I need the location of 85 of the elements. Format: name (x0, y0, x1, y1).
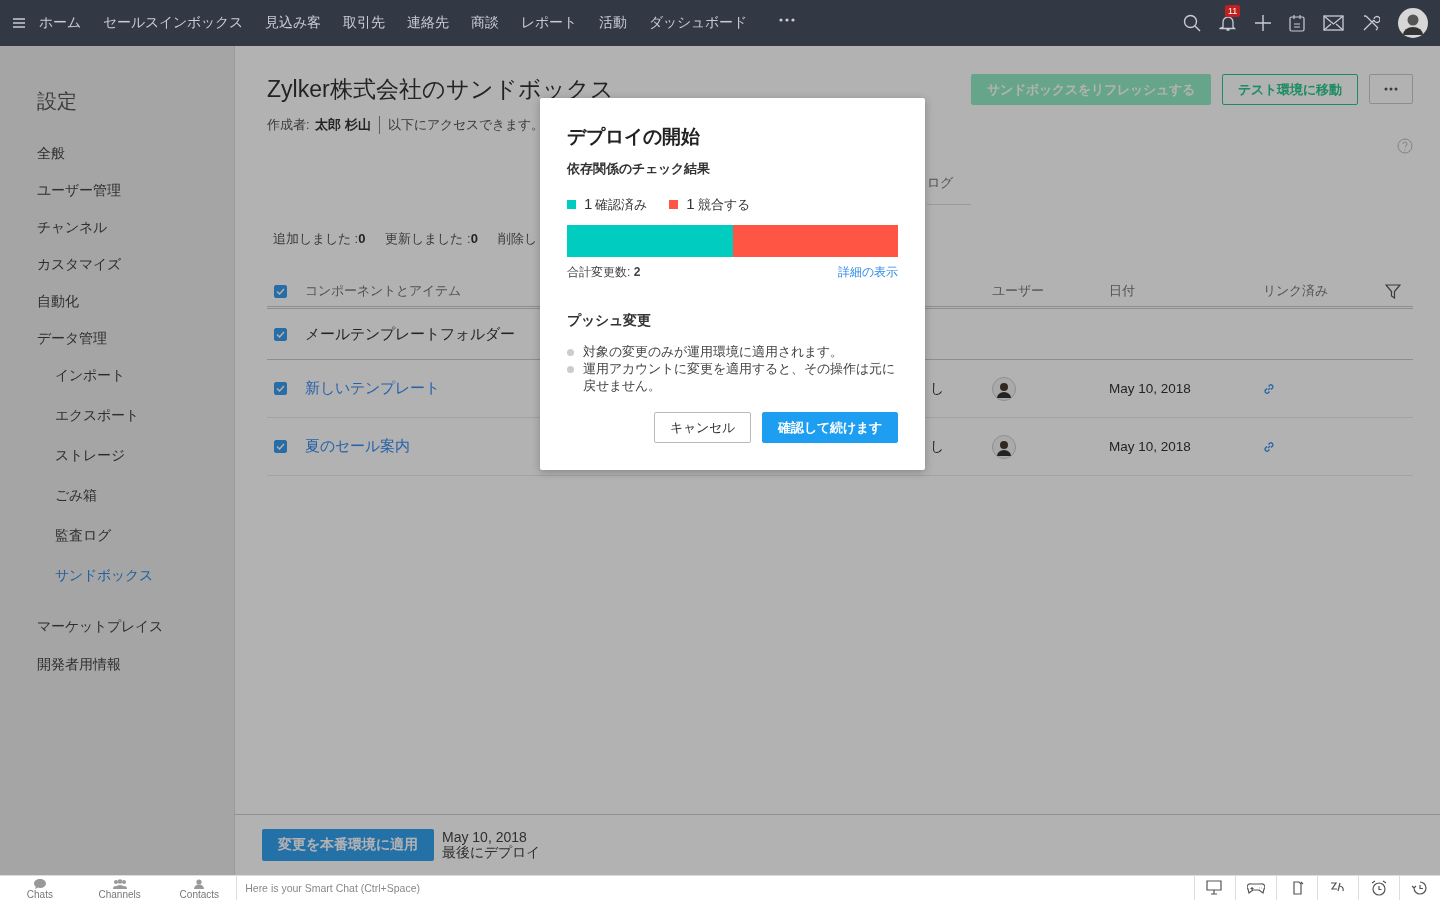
checkbox[interactable] (274, 284, 287, 298)
plus-icon[interactable] (1255, 15, 1271, 31)
sidebar-item[interactable]: ユーザー管理 (37, 182, 121, 219)
table-cell-text: し (930, 379, 945, 398)
user-avatar (992, 376, 1016, 401)
sidebar-item[interactable]: ごみ箱 (55, 487, 97, 527)
bell-icon[interactable] (1219, 14, 1237, 32)
chat-tab[interactable]: Channels (79, 876, 160, 900)
sidebar-item[interactable]: ストレージ (55, 447, 125, 487)
nav-tab[interactable]: セールスインボックス (103, 14, 243, 32)
group-icon (112, 879, 127, 889)
sidebar-item[interactable]: 自動化 (37, 293, 79, 330)
bullet-icon (567, 349, 574, 356)
sidebar-item[interactable]: チャンネル (37, 219, 107, 256)
sidebar-item[interactable]: データ管理 (37, 330, 107, 367)
dialog-subtitle: 依存関係のチェック結果 (567, 160, 711, 178)
total-changes: 合計変更数: 2 (567, 264, 641, 281)
item-link[interactable]: 新しいテンプレート (305, 379, 440, 398)
history-icon[interactable] (1411, 880, 1429, 896)
sidebar-item[interactable]: 監査ログ (55, 527, 111, 567)
sidebar-item[interactable]: 全般 (37, 145, 65, 182)
checkbox[interactable] (274, 440, 287, 453)
nav-tab[interactable]: ダッシュボード (649, 14, 747, 32)
alarm-icon[interactable] (1370, 880, 1388, 896)
column-header: リンク済み (1263, 282, 1329, 300)
legend-label: 1 競合する (686, 195, 750, 214)
sidebar-item[interactable]: マーケットプレイス (37, 618, 163, 656)
nav-tab[interactable]: ホーム (39, 14, 81, 32)
column-header: 日付 (1109, 282, 1136, 300)
table-cell-text: し (930, 437, 945, 456)
sidebar-item[interactable]: 開発者用情報 (37, 656, 121, 693)
link-icon[interactable] (1263, 382, 1275, 395)
note-text: 運用アカウントに変更を適用すると、その操作は元に戻せません。 (583, 361, 896, 395)
dialog-button[interactable]: 確認して続けます (762, 412, 898, 443)
more-icon (1384, 87, 1398, 91)
sidebar-item[interactable]: インポート (55, 367, 125, 407)
table-cell-text: May 10, 2018 (1109, 381, 1192, 396)
access-text: 以下にアクセスできます。 (387, 116, 544, 134)
checkbox[interactable] (274, 382, 287, 395)
link-icon[interactable] (1263, 440, 1275, 453)
folder-name: メールテンプレートフォルダー (305, 324, 516, 344)
nav-tab[interactable]: 商談 (471, 14, 499, 32)
bullet-icon (567, 366, 574, 373)
sidebar-item[interactable]: カスタマイズ (37, 256, 121, 293)
tab[interactable]: ログ (927, 174, 971, 205)
deploy-date: May 10, 2018 (442, 830, 528, 845)
sidebar-title: 設定 (37, 89, 77, 114)
sidebar-item[interactable]: エクスポート (55, 407, 139, 447)
monitor-icon[interactable] (1206, 880, 1224, 896)
notification-badge: 11 (1225, 5, 1241, 17)
avatar[interactable] (1398, 8, 1428, 38)
details-link[interactable]: 詳細の表示 (838, 264, 898, 281)
filter-icon[interactable] (1385, 283, 1401, 299)
dialog-title: デプロイの開始 (567, 125, 701, 149)
nav-tab[interactable]: 活動 (599, 14, 627, 32)
table-cell-text: May 10, 2018 (1109, 439, 1192, 454)
gamepad-icon[interactable] (1247, 880, 1265, 896)
nav-tab[interactable]: レポート (521, 14, 577, 32)
column-header: コンポーネントとアイテム (305, 282, 462, 300)
item-link[interactable]: 夏のセール案内 (305, 437, 410, 456)
nav-tab[interactable]: 連絡先 (407, 14, 449, 32)
menu-icon[interactable] (13, 18, 25, 28)
checkbox[interactable] (274, 327, 287, 341)
chat-bubble-icon (33, 879, 46, 889)
column-header: ユーザー (992, 282, 1045, 300)
count-text: 追加しました :0 (273, 230, 366, 248)
nav-tab[interactable]: 見込み客 (265, 14, 321, 32)
chat-tab[interactable]: Chats (0, 876, 80, 900)
mail-icon[interactable] (1323, 15, 1344, 31)
user-avatar (992, 434, 1016, 459)
count-text: 削除し (497, 230, 537, 248)
note-text: 対象の変更のみが運用環境に適用されます。 (583, 344, 843, 361)
nav-tab[interactable]: 取引先 (343, 14, 385, 32)
person-icon (194, 879, 205, 889)
tools-icon[interactable] (1362, 14, 1380, 32)
deploy-caption: 最後にデプロイ (442, 845, 540, 860)
legend-label: 1 確認済み (584, 195, 648, 214)
search-icon[interactable] (1183, 14, 1201, 32)
more-icon[interactable] (779, 18, 795, 22)
dialog-button[interactable]: キャンセル (654, 412, 751, 443)
calendar-icon[interactable] (1289, 14, 1305, 32)
author-name: 太郎 杉山 (315, 116, 371, 134)
author-label: 作成者: (267, 116, 310, 134)
section-title: プッシュ変更 (567, 312, 652, 330)
count-text: 更新しました :0 (385, 230, 478, 248)
